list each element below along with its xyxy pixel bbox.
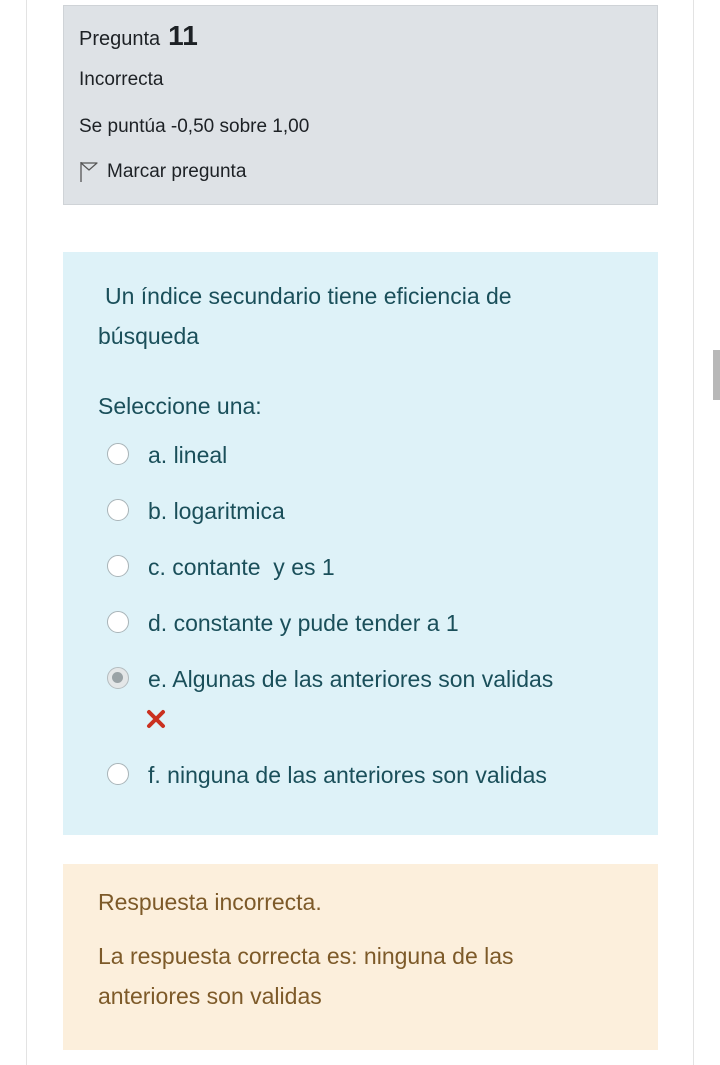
answer-option-a[interactable]: a. lineal [107,442,227,469]
question-grade: Se puntúa -0,50 sobre 1,00 [79,116,310,137]
flag-icon [80,162,98,182]
radio-f[interactable] [107,763,129,785]
answer-option-label: a. lineal [148,442,228,468]
question-number: Pregunta 11 [79,20,198,52]
answer-option-label: d. constante y pude tender a 1 [148,610,459,636]
cross-icon [147,710,165,728]
answer-option-label: b. logaritmica [148,498,285,524]
question-number-value: 11 [168,20,198,51]
answer-option-b[interactable]: b. logaritmica [107,498,285,525]
answer-option-label: f. ninguna de las anteriores son validas [148,762,547,788]
question-text: Un índice secundario tiene eficiencia de… [98,283,512,349]
answer-prompt: Seleccione una: [98,393,262,419]
radio-c[interactable] [107,555,129,577]
question-info-panel: Pregunta 11 Incorrecta Se puntúa -0,50 s… [63,5,658,205]
answer-option-f[interactable]: f. ninguna de las anteriores son validas [107,762,547,789]
radio-b[interactable] [107,499,129,521]
flag-question-label: Marcar pregunta [107,161,247,182]
correct-answer-text: La respuesta correcta es: ninguna de las… [98,943,514,1009]
answer-option-d[interactable]: d. constante y pude tender a 1 [107,610,459,637]
answer-option-c[interactable]: c. contante y es 1 [107,554,335,581]
answer-option-label: c. contante y es 1 [148,554,335,580]
radio-e-selected[interactable] [107,667,129,689]
question-content: Un índice secundario tiene eficiencia de… [63,252,658,835]
feedback-panel: Respuesta incorrecta. La respuesta corre… [63,864,658,1050]
feedback-title: Respuesta incorrecta. [98,889,322,915]
radio-a[interactable] [107,443,129,465]
answer-option-label: e. Algunas de las anteriores son validas [148,666,554,692]
answer-option-e[interactable]: e. Algunas de las anteriores son validas [107,666,553,693]
flag-question-link[interactable]: Marcar pregunta [79,161,246,183]
question-label: Pregunta [79,28,161,50]
radio-d[interactable] [107,611,129,633]
scrollbar-thumb[interactable] [713,350,720,400]
question-state: Incorrecta [79,69,164,90]
